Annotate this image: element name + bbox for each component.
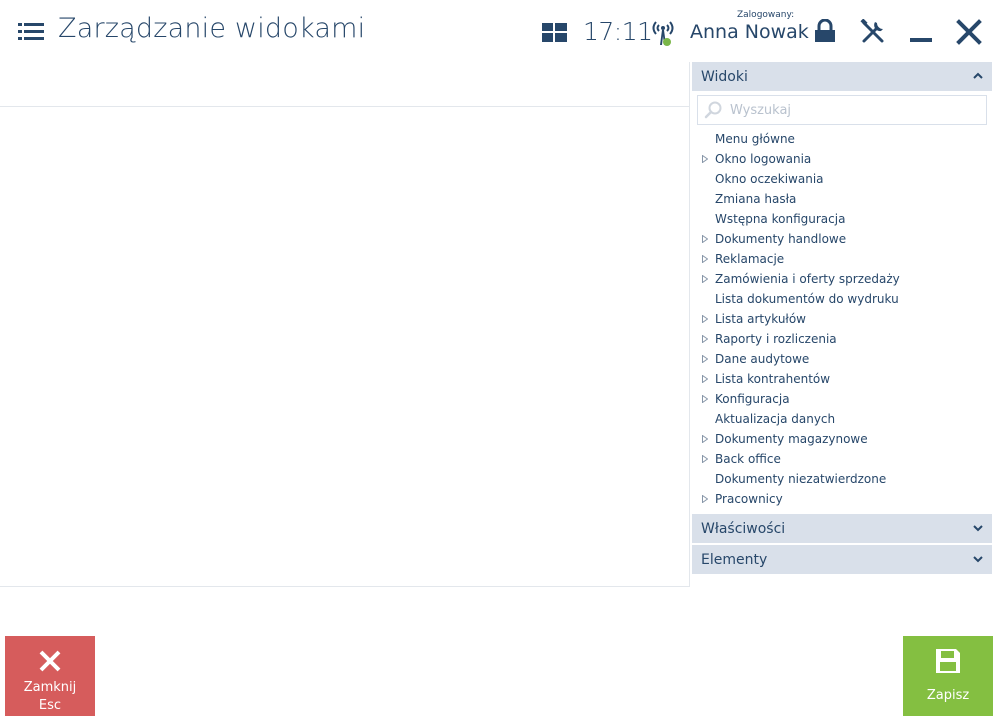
tree-item[interactable]: Dokumenty handlowe xyxy=(692,229,992,249)
expand-arrow-icon[interactable] xyxy=(702,455,708,463)
tree-item[interactable]: Pracownicy xyxy=(692,489,992,509)
clock: 17:11 xyxy=(583,17,653,46)
expand-arrow-icon[interactable] xyxy=(702,315,708,323)
tree-item[interactable]: Reklamacje xyxy=(692,249,992,269)
search-box xyxy=(697,95,987,125)
tree-item[interactable]: Back office xyxy=(692,449,992,469)
elements-section-title: Elementy xyxy=(701,551,768,568)
view-canvas[interactable] xyxy=(0,62,690,587)
tree-item[interactable]: Okno logowania xyxy=(692,149,992,169)
tiles-icon xyxy=(542,23,567,42)
menu-icon xyxy=(18,23,44,40)
tree-item-label: Lista kontrahentów xyxy=(715,372,831,386)
save-icon xyxy=(936,649,960,673)
properties-section-title: Właściwości xyxy=(701,520,786,537)
minimize-icon xyxy=(910,38,932,42)
tree-item-label: Dokumenty niezatwierdzone xyxy=(715,472,887,486)
views-section-title: Widoki xyxy=(701,68,748,85)
settings-button[interactable] xyxy=(860,18,886,45)
tree-item[interactable]: Lista kontrahentów xyxy=(692,369,992,389)
right-panel: Widoki Menu główne Okno logowania Okno ocz… xyxy=(692,62,992,574)
expand-arrow-icon[interactable] xyxy=(702,395,708,403)
tree-item[interactable]: Lista artykułów xyxy=(692,309,992,329)
search-icon xyxy=(704,101,722,119)
logged-in-caption: Zalogowany: xyxy=(737,10,795,20)
tree-item[interactable]: Dane audytowe xyxy=(692,349,992,369)
close-icon xyxy=(39,650,61,672)
tree-item[interactable]: Wstępna konfiguracja xyxy=(692,209,992,229)
lock-button[interactable] xyxy=(814,18,836,43)
save-button-label: Zapisz xyxy=(926,688,970,703)
tree-item-label: Dokumenty magazynowe xyxy=(715,432,868,446)
tree-item-label: Menu główne xyxy=(715,132,795,146)
tree-item[interactable]: Zamówienia i oferty sprzedaży xyxy=(692,269,992,289)
tree-item-label: Dokumenty handlowe xyxy=(715,232,847,246)
tree-item[interactable]: Aktualizacja danych xyxy=(692,409,992,429)
elements-section-header[interactable]: Elementy xyxy=(692,545,992,574)
canvas-divider xyxy=(0,106,689,107)
lock-icon xyxy=(815,18,835,42)
menu-button[interactable] xyxy=(18,22,44,42)
connection-icon xyxy=(652,21,674,46)
tree-item-label: Lista artykułów xyxy=(715,312,806,326)
user-name[interactable]: Anna Nowak xyxy=(690,21,809,43)
close-button[interactable]: Zamknij Esc xyxy=(5,636,95,716)
expand-arrow-icon[interactable] xyxy=(702,375,708,383)
tree-item-label: Lista dokumentów do wydruku xyxy=(715,292,899,306)
tree-item[interactable]: Menu główne xyxy=(692,129,992,149)
tree-item-label: Zmiana hasła xyxy=(715,192,797,206)
tree-item-label: Zamówienia i oferty sprzedaży xyxy=(715,272,900,286)
tree-item-label: Dane audytowe xyxy=(715,352,810,366)
tree-item[interactable]: Dokumenty niezatwierdzone xyxy=(692,469,992,489)
tools-icon xyxy=(860,18,884,43)
tree-item[interactable]: Konfiguracja xyxy=(692,389,992,409)
tree-item-label: Aktualizacja danych xyxy=(715,412,836,426)
tree-item-label: Reklamacje xyxy=(715,252,785,266)
expand-arrow-icon[interactable] xyxy=(702,495,708,503)
connection-status-button[interactable] xyxy=(651,19,675,47)
views-tree: Menu główne Okno logowania Okno oczekiwani… xyxy=(692,129,992,512)
expand-arrow-icon[interactable] xyxy=(702,155,708,163)
tree-item-label: Wstępna konfiguracja xyxy=(715,212,846,226)
page-title: Zarządzanie widokami xyxy=(58,13,366,44)
tree-item-label: Pracownicy xyxy=(715,492,783,506)
properties-section-header[interactable]: Właściwości xyxy=(692,514,992,543)
chevron-up-icon xyxy=(973,72,983,79)
chevron-down-icon xyxy=(973,556,983,563)
close-icon xyxy=(956,19,982,45)
close-button-shortcut: Esc xyxy=(38,698,62,713)
expand-arrow-icon[interactable] xyxy=(702,275,708,283)
tree-item[interactable]: Okno oczekiwania xyxy=(692,169,992,189)
tree-item[interactable]: Zmiana hasła xyxy=(692,189,992,209)
tree-item-label: Okno oczekiwania xyxy=(715,172,824,186)
close-window-button[interactable] xyxy=(956,19,982,45)
tiles-button[interactable] xyxy=(542,23,567,42)
expand-arrow-icon[interactable] xyxy=(702,255,708,263)
close-button-text: Zamknij xyxy=(23,680,77,695)
expand-arrow-icon[interactable] xyxy=(702,355,708,363)
chevron-down-icon xyxy=(973,525,983,532)
tree-item[interactable]: Raporty i rozliczenia xyxy=(692,329,992,349)
tree-item-label: Back office xyxy=(715,452,781,466)
expand-arrow-icon[interactable] xyxy=(702,435,708,443)
minimize-button[interactable] xyxy=(908,20,934,44)
search-input[interactable] xyxy=(730,102,970,118)
tree-item[interactable]: Lista dokumentów do wydruku xyxy=(692,289,992,309)
tree-item-label: Raporty i rozliczenia xyxy=(715,332,837,346)
expand-arrow-icon[interactable] xyxy=(702,235,708,243)
expand-arrow-icon[interactable] xyxy=(702,335,708,343)
save-button[interactable]: Zapisz xyxy=(903,636,993,716)
tree-item-label: Konfiguracja xyxy=(715,392,790,406)
close-button-label: Zamknij Esc xyxy=(5,679,95,715)
tree-item-label: Okno logowania xyxy=(715,152,812,166)
views-section-header[interactable]: Widoki xyxy=(692,62,992,91)
tree-item[interactable]: Dokumenty magazynowe xyxy=(692,429,992,449)
